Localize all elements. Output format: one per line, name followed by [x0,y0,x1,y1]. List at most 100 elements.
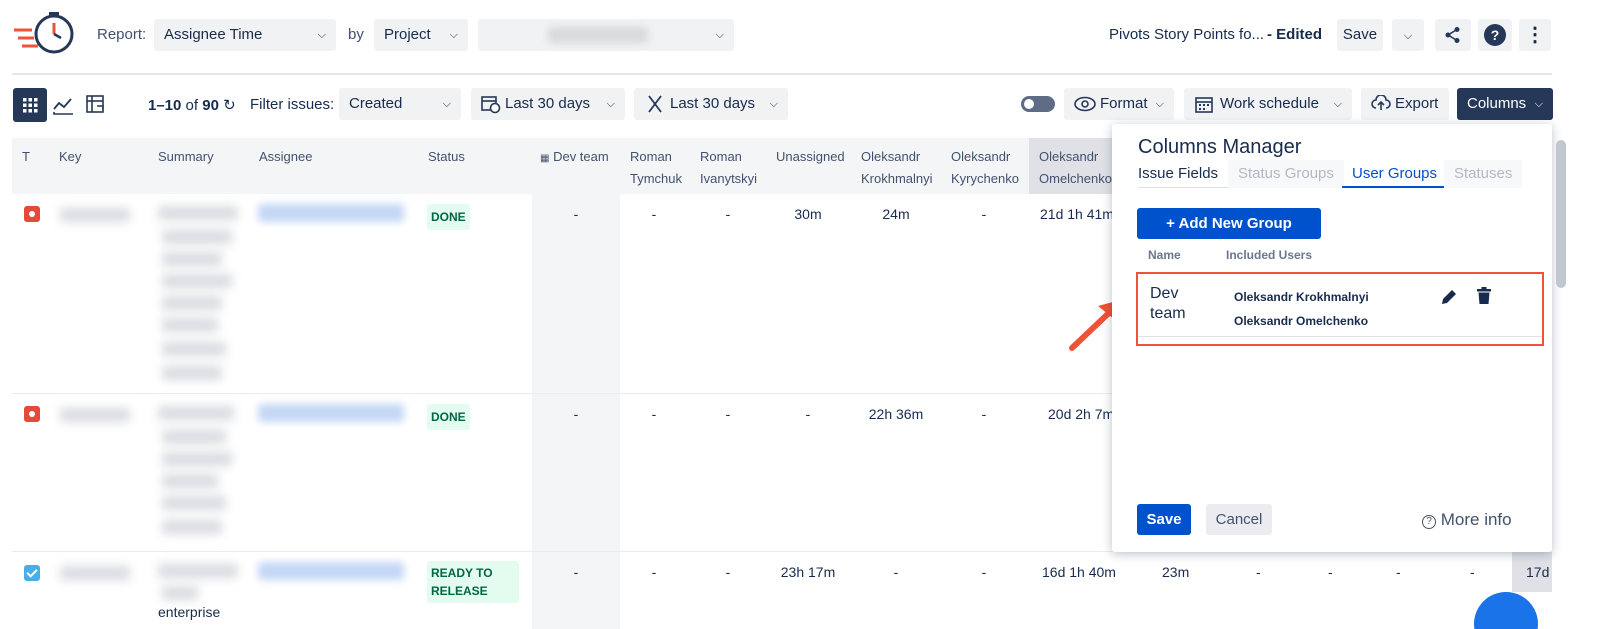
blurred-summary [162,452,232,466]
created-date-filter[interactable]: Last 30 days ⌵ [471,88,625,120]
cell-value: 20d 2h 7m [1048,406,1115,422]
columns-label: Columns [1467,95,1527,112]
summary-text: enterprise [158,604,221,620]
chevron-down-icon: ⌵ [317,29,326,41]
blurred-summary [158,206,238,220]
cell-value: - [1256,564,1261,580]
cloud-upload-icon [1371,95,1391,110]
col-header-roman-ivanytskyi[interactable]: Roman Ivanytskyi [700,146,757,190]
help-icon: ? [1484,24,1506,46]
cell-value: 21d 1h 41m [1040,206,1114,222]
blurred-summary [162,230,232,244]
vertical-scrollbar[interactable] [1556,140,1566,288]
cell-value: - [651,406,657,422]
group-name: Dev team [1150,285,1186,322]
col-header-dev-team[interactable]: ▦ Dev team [540,146,609,170]
blurred-assignee[interactable] [258,204,404,222]
project-select[interactable]: ⌵ [478,19,734,51]
trash-icon[interactable] [1476,287,1492,305]
columns-manager-title: Columns Manager [1138,136,1302,158]
add-new-group-button[interactable]: + Add New Group [1137,208,1321,239]
cell-dev-team: - [573,206,579,222]
work-schedule-button[interactable]: Work schedule ⌵ [1184,88,1352,120]
group-user: Oleksandr Omelchenko [1234,314,1369,328]
col-header-status[interactable]: Status [428,146,465,168]
columns-manager-tabs: Issue Fields Status Groups User Groups S… [1138,160,1523,188]
blurred-summary [162,274,232,288]
blurred-summary [162,430,226,444]
tab-issue-fields[interactable]: Issue Fields [1138,160,1218,188]
columns-button[interactable]: Columns ⌵ [1457,88,1553,120]
blurred-summary [162,520,222,534]
toggle-switch[interactable] [1021,96,1055,112]
blurred-assignee[interactable] [258,562,404,580]
blurred-assignee[interactable] [258,404,404,422]
format-button[interactable]: Format ⌵ [1064,88,1174,120]
format-label: Format [1100,95,1148,112]
app-logo-icon[interactable] [12,10,78,60]
cell-total: 17d [1512,552,1552,592]
chart-view-button[interactable] [46,88,80,122]
report-name: Pivots Story Points fo... [1109,26,1265,43]
work-schedule-label: Work schedule [1220,95,1319,112]
save-options-button[interactable]: ⌵ [1392,19,1424,51]
pivot-table-icon [86,95,104,113]
panel-save-button[interactable]: Save [1137,504,1191,535]
line-chart-icon [53,98,73,115]
col-header-roman-tymchuk[interactable]: Roman Tymchuk [630,146,682,190]
cell-value: 30m [794,206,822,222]
header-line: Oleksandr [1039,149,1099,164]
toggle-knob [1024,99,1034,109]
cell-value: - [1328,564,1333,580]
chevron-down-icon: ⌵ [606,98,615,110]
tab-user-groups[interactable]: User Groups [1342,160,1448,188]
col-header-krokhmalnyi[interactable]: Oleksandr Krokhmalnyi [861,146,933,190]
cell-value: - [981,564,987,580]
more-info-link[interactable]: ? More info [1422,510,1512,530]
share-button[interactable] [1435,19,1471,51]
blurred-summary [162,474,218,488]
chevron-down-icon: ⌵ [449,29,458,41]
col-header-summary[interactable]: Summary [158,146,214,168]
worklog-date-filter[interactable]: Last 30 days ⌵ [634,88,788,120]
group-icon: ▦ [540,153,550,164]
table-row[interactable]: enterprise READY TO RELEASE - - - 23h 17… [12,552,1552,629]
export-button[interactable]: Export [1361,88,1449,120]
blurred-summary [162,342,226,356]
columns-manager-panel: Columns Manager Issue Fields Status Grou… [1112,124,1552,552]
panel-cancel-button[interactable]: Cancel [1206,504,1272,535]
cell-value: 24m [882,206,910,222]
col-users-header: Included Users [1226,248,1313,262]
col-header-omelchenko[interactable]: Oleksandr Omelchenko [1029,138,1113,194]
edited-label: - Edited [1267,26,1322,43]
header-line: Krokhmalnyi [861,171,933,186]
count-of: of [185,97,199,114]
blurred-key [60,408,130,422]
tab-statuses[interactable]: Statuses [1444,160,1523,188]
col-header-assignee[interactable]: Assignee [259,146,312,168]
blurred-project-name [548,27,648,43]
pivot-view-button[interactable] [79,88,113,122]
save-report-button[interactable]: Save [1337,19,1383,51]
tab-status-groups[interactable]: Status Groups [1228,160,1344,188]
col-header-unassigned[interactable]: Unassigned [776,146,845,168]
grid-icon [23,98,38,113]
bug-icon [24,206,40,222]
chevron-down-icon: ⌵ [1155,98,1164,110]
report-select[interactable]: Assignee Time ⌵ [154,19,336,51]
col-header-type[interactable]: T [22,146,30,168]
user-group-row[interactable]: Dev team Oleksandr Krokhmalnyi Oleksandr… [1136,272,1544,346]
pencil-icon[interactable] [1440,288,1458,306]
chevron-down-icon: ⌵ [1333,98,1342,110]
col-header-key[interactable]: Key [59,146,81,168]
filter-issues-select[interactable]: Created ⌵ [339,88,461,120]
more-info-label: More info [1440,510,1512,529]
col-header-kyrychenko[interactable]: Oleksandr Kyrychenko [951,146,1019,190]
by-select[interactable]: Project ⌵ [374,19,468,51]
header-line: Roman [700,149,742,164]
grid-view-button[interactable] [13,88,47,122]
chevron-down-icon: ⌵ [442,98,451,110]
refresh-icon[interactable]: ↻ [223,97,236,114]
more-options-button[interactable]: ⋮ [1519,19,1551,51]
help-button[interactable]: ? [1478,19,1512,51]
